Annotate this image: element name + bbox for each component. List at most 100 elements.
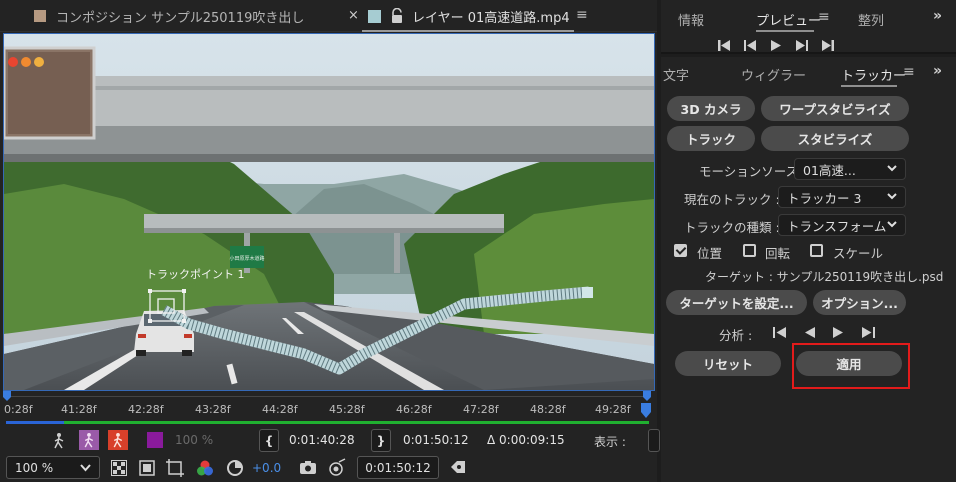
tick-label: 46:28f xyxy=(396,403,432,416)
motion-source-dropdown[interactable]: 01高速... xyxy=(794,158,906,180)
tick-label: 41:28f xyxy=(61,403,97,416)
tab-composition[interactable]: コンポジション サンプル250119吹き出し xyxy=(0,0,345,32)
play-icon[interactable] xyxy=(770,40,782,51)
overpass xyxy=(4,76,654,126)
exposure-value[interactable]: +0.0 xyxy=(252,461,281,475)
rotation-checkbox[interactable] xyxy=(743,244,756,257)
color-swatch-icon[interactable] xyxy=(147,432,163,448)
tick-label: 0:28f xyxy=(4,403,33,416)
scale-checkbox[interactable] xyxy=(810,244,823,257)
channel-rgb-icon[interactable] xyxy=(196,459,214,477)
analyze-backward-icon[interactable] xyxy=(804,327,815,338)
current-track-label: 現在のトラック : xyxy=(684,192,780,207)
current-time-display[interactable]: 0:01:50:12 xyxy=(357,456,439,479)
tab-wiggler[interactable]: ウィグラー xyxy=(741,65,806,84)
tab-info[interactable]: 情報 xyxy=(678,10,704,29)
layer-color-swatch xyxy=(368,9,381,23)
composition-color-swatch xyxy=(34,10,46,22)
rotation-checkbox-label: 回転 xyxy=(765,246,791,261)
track-button[interactable]: トラック xyxy=(667,126,755,151)
panel-menu-icon[interactable]: ≡ xyxy=(576,7,588,23)
track-type-value: トランスフォーム xyxy=(787,218,887,234)
layer-tab-label: レイヤー 01高速道路.mp4 xyxy=(412,10,570,26)
set-out-point-button[interactable]: } xyxy=(371,429,391,452)
tick-label: 49:28f xyxy=(595,403,631,416)
analyze-label: 分析 : xyxy=(719,328,753,343)
out-point-timecode[interactable]: 0:01:50:12 xyxy=(403,433,469,447)
tab-preview[interactable]: プレビュー xyxy=(756,10,821,29)
close-icon[interactable]: × xyxy=(348,8,359,23)
tab-layer[interactable]: レイヤー 01高速道路.mp4 xyxy=(362,0,652,32)
in-point-timecode[interactable]: 0:01:40:28 xyxy=(289,433,355,447)
tab-tracker[interactable]: トラッカー xyxy=(841,65,906,84)
viewer-controls-row-1: 100 % { 0:01:40:28 } 0:01:50:12 Δ 0:00:0… xyxy=(0,427,660,454)
tab-align[interactable]: 整列 xyxy=(858,10,884,29)
in-marker-icon[interactable] xyxy=(2,391,12,403)
tick-label: 45:28f xyxy=(329,403,365,416)
set-in-point-button[interactable]: { xyxy=(259,429,279,452)
next-frame-icon[interactable] xyxy=(796,40,808,51)
transparency-grid-icon[interactable] xyxy=(111,460,127,476)
tick-label: 44:28f xyxy=(262,403,298,416)
chevron-down-icon xyxy=(887,165,897,172)
tick-label: 42:28f xyxy=(128,403,164,416)
tick-label: 47:28f xyxy=(463,403,499,416)
target-info: ターゲット : サンプル250119吹き出し.psd xyxy=(705,270,944,284)
options-button[interactable]: オプション... xyxy=(813,290,906,315)
chevron-down-icon xyxy=(887,221,897,228)
tick-label: 48:28f xyxy=(530,403,566,416)
stabilize-button[interactable]: スタビライズ xyxy=(761,126,909,151)
position-checkbox[interactable] xyxy=(674,244,687,257)
mask-visibility-icon[interactable] xyxy=(139,460,155,476)
warp-stabilize-button[interactable]: ワープスタビライズ xyxy=(761,96,909,121)
last-frame-icon[interactable] xyxy=(822,40,834,51)
camera-3d-button[interactable]: 3D カメラ xyxy=(667,96,755,121)
current-track-dropdown[interactable]: トラッカー 3 xyxy=(778,186,906,208)
track-type-dropdown[interactable]: トランスフォーム xyxy=(778,214,906,236)
color-management-icon[interactable] xyxy=(226,459,244,477)
onion-skin-icon[interactable] xyxy=(79,430,99,450)
panel-menu-icon[interactable]: ≡ xyxy=(818,9,830,25)
layer-viewer-panel: コンポジション サンプル250119吹き出し × レイヤー 01高速道路.mp4… xyxy=(0,0,660,482)
chevron-down-icon xyxy=(80,464,91,472)
duration-timecode: Δ 0:00:09:15 xyxy=(487,433,565,447)
position-checkbox-label: 位置 xyxy=(697,246,723,261)
analyze-forward-icon[interactable] xyxy=(833,327,844,338)
more-panels-icon[interactable]: » xyxy=(933,63,942,79)
prev-frame-icon[interactable] xyxy=(744,40,756,51)
panel-menu-icon[interactable]: ≡ xyxy=(903,64,915,80)
playhead-icon[interactable] xyxy=(640,403,652,419)
analyze-forward-one-frame-icon[interactable] xyxy=(862,327,875,338)
opacity-value[interactable]: 100 % xyxy=(175,433,213,447)
ruler-line xyxy=(6,396,649,397)
reset-button[interactable]: リセット xyxy=(675,351,781,376)
work-area-bar xyxy=(6,421,649,424)
out-marker-icon[interactable] xyxy=(642,391,652,403)
tab-character[interactable]: 文字 xyxy=(663,65,689,84)
preview-transport xyxy=(718,40,834,51)
active-tab-underline xyxy=(756,30,814,32)
more-panels-icon[interactable]: » xyxy=(933,8,942,24)
composition-tab-label: コンポジション サンプル250119吹き出し xyxy=(56,10,305,26)
camera-snapshot-icon[interactable] xyxy=(299,460,317,475)
analyze-backward-one-frame-icon[interactable] xyxy=(773,327,786,338)
first-frame-icon[interactable] xyxy=(718,40,730,51)
motion-source-value: 01高速... xyxy=(803,162,856,178)
show-snapshot-icon[interactable] xyxy=(327,458,347,476)
track-type-label: トラックの種類 : xyxy=(684,220,780,235)
current-track-value: トラッカー 3 xyxy=(787,190,862,206)
motion-blur-icon[interactable] xyxy=(108,430,128,450)
view-dropdown[interactable] xyxy=(648,429,660,452)
layer-viewer-canvas[interactable]: 小田原厚木道路 トラックポイント 1 xyxy=(3,33,655,391)
lock-icon[interactable] xyxy=(390,8,404,24)
tick-label: 43:28f xyxy=(195,403,231,416)
time-ruler[interactable]: 0:28f 41:28f 42:28f 43:28f 44:28f 45:28f… xyxy=(0,391,657,427)
reset-exposure-icon[interactable] xyxy=(449,459,467,475)
region-of-interest-icon[interactable] xyxy=(166,459,184,477)
preview-panel: 情報 プレビュー ≡ 整列 » xyxy=(661,0,956,54)
set-target-button[interactable]: ターゲットを設定... xyxy=(666,290,807,315)
after-effects-window: コンポジション サンプル250119吹き出し × レイヤー 01高速道路.mp4… xyxy=(0,0,956,482)
zoom-dropdown[interactable]: 100 % xyxy=(6,456,100,479)
walking-person-icon[interactable] xyxy=(52,432,66,449)
video-frame: 小田原厚木道路 トラックポイント 1 xyxy=(4,34,654,390)
